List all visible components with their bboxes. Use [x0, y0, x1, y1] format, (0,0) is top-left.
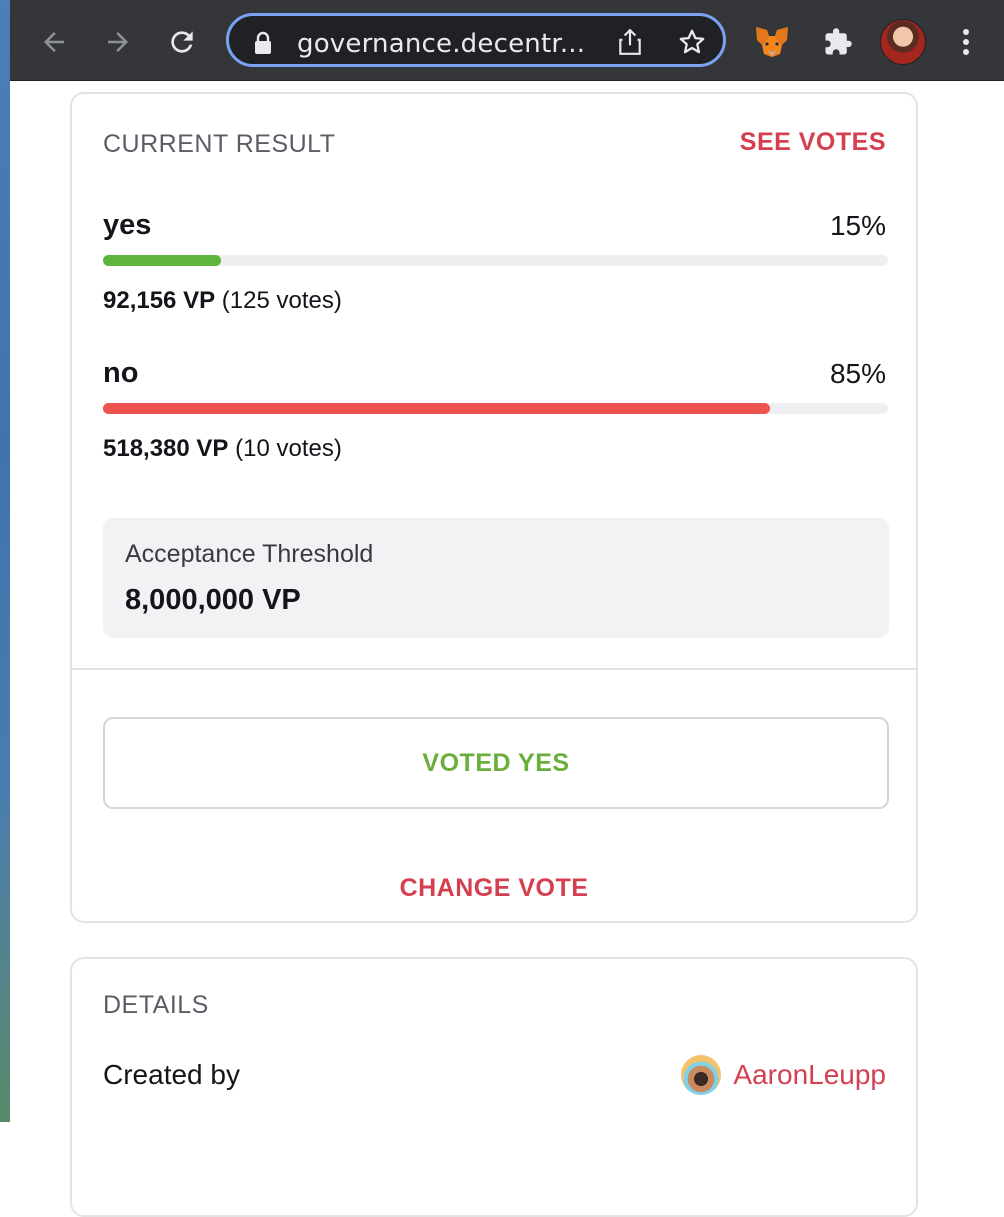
- acceptance-threshold-value: 8,000,000 VP: [125, 584, 301, 616]
- option-no-votes: (10 votes): [235, 435, 342, 462]
- lock-icon: [255, 31, 271, 54]
- author-name: AaronLeupp: [733, 1059, 886, 1090]
- option-no-vp: 518,380 VP: [103, 435, 229, 462]
- current-result-card: CURRENT RESULT SEE VOTES yes 15% 92,156 …: [70, 92, 918, 923]
- extensions-button[interactable]: [814, 18, 862, 66]
- profile-avatar[interactable]: [880, 19, 926, 65]
- card-divider: [72, 668, 916, 670]
- voted-yes-button[interactable]: VOTED YES: [103, 717, 889, 809]
- option-yes-progress-fill: [103, 255, 221, 266]
- details-title: DETAILS: [103, 991, 209, 1019]
- option-no-label: no: [103, 357, 139, 389]
- option-no-detail: 518,380 VP (10 votes): [103, 435, 342, 463]
- option-yes-progress-track: [103, 255, 888, 266]
- option-yes-vp: 92,156 VP: [103, 287, 216, 314]
- author-avatar: [681, 1055, 722, 1095]
- metamask-fox-icon: [756, 27, 788, 57]
- star-icon[interactable]: [677, 27, 707, 57]
- browser-menu-button[interactable]: [942, 18, 990, 66]
- see-votes-link[interactable]: SEE VOTES: [740, 128, 886, 157]
- option-yes-detail: 92,156 VP (125 votes): [103, 287, 342, 315]
- reload-button[interactable]: [158, 18, 206, 66]
- option-no-percent: 85%: [829, 358, 886, 389]
- url-text: governance.decentr...: [297, 29, 586, 59]
- page-content: CURRENT RESULT SEE VOTES yes 15% 92,156 …: [10, 81, 1004, 1217]
- extensions-puzzle-icon: [825, 28, 852, 55]
- back-arrow-icon: [44, 32, 64, 52]
- option-no-progress-track: [103, 403, 888, 414]
- forward-arrow-icon: [108, 32, 128, 52]
- details-card: DETAILS Created by AaronLeupp: [70, 957, 918, 1217]
- address-bar[interactable]: governance.decentr...: [226, 13, 726, 67]
- current-result-title: CURRENT RESULT: [103, 130, 336, 158]
- author-link[interactable]: AaronLeupp: [681, 1055, 886, 1095]
- created-by-label: Created by: [103, 1059, 240, 1090]
- metamask-extension-button[interactable]: [748, 18, 796, 66]
- forward-button[interactable]: [94, 18, 142, 66]
- browser-toolbar: governance.decentr...: [10, 0, 1004, 81]
- option-yes-percent: 15%: [829, 210, 886, 241]
- acceptance-threshold-box: Acceptance Threshold 8,000,000 VP: [103, 518, 889, 638]
- option-yes-votes: (125 votes): [221, 287, 342, 314]
- option-yes-label: yes: [103, 209, 152, 241]
- share-icon[interactable]: [617, 28, 643, 56]
- option-no-progress-fill: [103, 403, 771, 414]
- reload-icon: [171, 31, 193, 53]
- kebab-menu-icon: [963, 29, 969, 55]
- acceptance-threshold-label: Acceptance Threshold: [125, 540, 374, 568]
- change-vote-link[interactable]: CHANGE VOTE: [72, 874, 916, 903]
- back-button[interactable]: [30, 18, 78, 66]
- desktop-background-strip: [0, 0, 10, 1122]
